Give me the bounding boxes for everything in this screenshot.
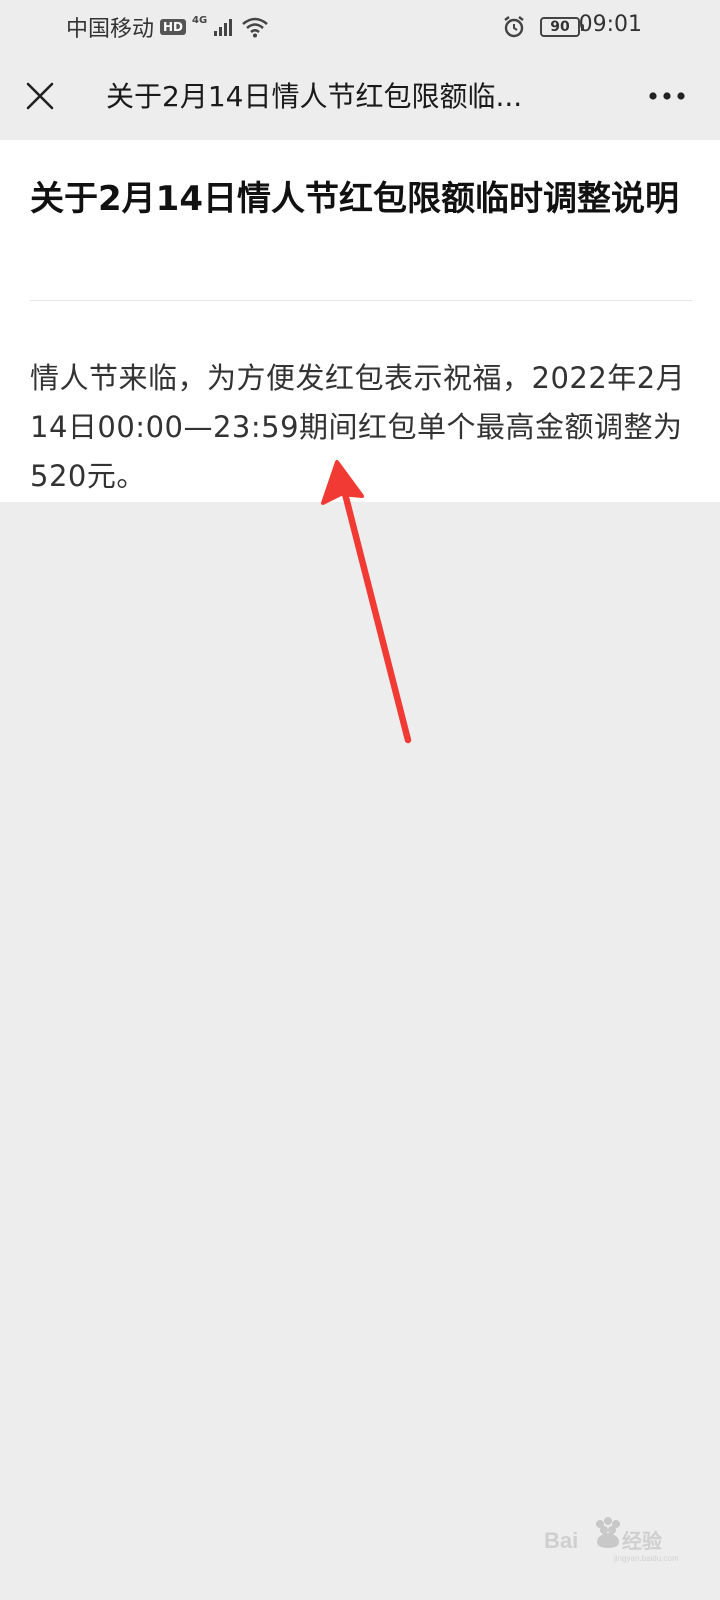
wifi-icon [242,17,269,38]
clock: 09:01 [578,12,642,37]
title-divider [30,300,692,301]
carrier-group: 中国移动 HD 4G [66,10,269,44]
hd-badge: HD [160,19,187,35]
svg-text:Bai: Bai [544,1528,578,1553]
article-title: 关于2月14日情人节红包限额临时调整说明 [30,179,679,219]
svg-text:经验: 经验 [622,1529,662,1553]
svg-text:jingyan.baidu.com: jingyan.baidu.com [613,1554,679,1563]
close-button[interactable] [18,74,62,118]
status-icons-right: 90 [502,10,584,44]
battery-level: 90 [550,19,570,35]
close-icon [26,82,54,110]
carrier-name: 中国移动 [66,17,155,42]
article-body: 情人节来临，为方便发红包表示祝福，2022年2月14日00:00—23:59期间… [30,361,686,493]
article-card: 关于2月14日情人节红包限额临时调整说明 情人节来临，为方便发红包表示祝福，20… [0,140,720,502]
nav-bar: 关于2月14日情人节红包限额临... [0,54,720,140]
baidu-watermark-logo: Bai 经验 jingyan.baidu.com [544,1517,679,1563]
more-icon [649,92,685,100]
status-bar: 中国移动 HD 4G 90 09:01 [0,0,720,54]
nav-title: 关于2月14日情人节红包限额临... [106,80,523,113]
battery-icon: 90 [540,17,584,37]
more-button[interactable] [642,74,692,118]
alarm-icon [504,16,524,38]
signal-icon [214,19,233,36]
network-type: 4G [192,14,208,26]
